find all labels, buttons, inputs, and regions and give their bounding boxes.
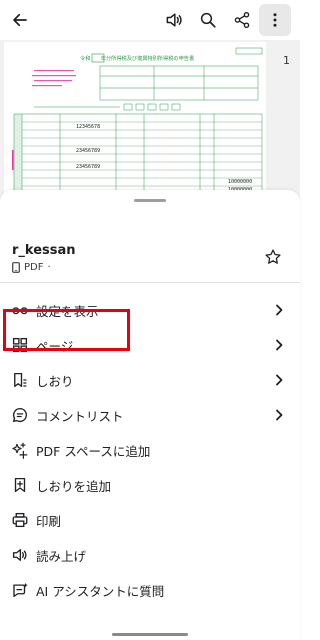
menu-item-label: PDF スペースに追加 <box>36 443 151 459</box>
comment-icon <box>10 405 30 425</box>
menu-item-add-to-pdf-space[interactable]: PDF スペースに追加 <box>0 432 300 468</box>
drag-handle[interactable] <box>134 199 166 202</box>
file-meta: PDF · <box>12 262 51 273</box>
search-icon <box>200 12 216 28</box>
menu-item-ai-assistant[interactable]: AI アシスタントに質問 <box>0 572 300 608</box>
bookmark-list-icon <box>10 370 30 390</box>
phone-icon <box>12 262 20 273</box>
back-arrow-icon <box>13 13 27 27</box>
more-options-button[interactable] <box>259 4 291 36</box>
menu-item-read-aloud[interactable]: 読み上げ <box>0 537 300 573</box>
print-highlight-box <box>3 309 130 351</box>
menu-item-label: 印刷 <box>36 513 62 529</box>
menu-item-bookmarks[interactable]: しおり <box>0 362 300 398</box>
share-icon <box>234 11 250 29</box>
tax-form-page: 令和 年分所得税及び復興特別所得税の申告書 12345678 23456789 … <box>12 47 263 200</box>
menu-item-label: 読み上げ <box>36 548 87 564</box>
favorite-button[interactable] <box>264 248 282 266</box>
gesture-nav-bar[interactable] <box>112 633 188 636</box>
menu-item-label: しおりを追加 <box>36 478 112 494</box>
read-aloud-icon <box>10 545 30 565</box>
speaker-icon <box>166 13 182 27</box>
meta-separator: · <box>47 262 51 273</box>
amount-text: 23456789 <box>76 148 100 154</box>
amount-text: 23456789 <box>76 164 100 170</box>
document-viewer[interactable]: 令和 年分所得税及び復興特別所得税の申告書 12345678 23456789 … <box>0 40 300 200</box>
amount-text: 10000000 <box>228 179 252 185</box>
top-toolbar <box>0 0 300 40</box>
ai-assistant-icon <box>10 580 30 600</box>
form-header-text: 令和 年分所得税及び復興特別所得税の申告書 <box>80 54 194 62</box>
menu-item-label: しおり <box>36 373 74 389</box>
printer-icon <box>10 510 30 530</box>
sparkle-add-icon <box>10 440 30 460</box>
chevron-right-icon <box>272 338 286 352</box>
menu-item-label: AI アシスタントに質問 <box>36 583 165 599</box>
menu-item-label: コメントリスト <box>36 408 124 424</box>
back-button[interactable] <box>4 4 36 36</box>
menu-item-print[interactable]: 印刷 <box>0 502 300 538</box>
chevron-right-icon <box>272 373 286 387</box>
options-bottom-sheet: r_kessan PDF · 設定を表示 ページ しおり コメントリスト PDF… <box>0 190 300 640</box>
file-title: r_kessan <box>12 243 76 258</box>
amount-text: 12345678 <box>76 124 100 130</box>
file-type: PDF <box>24 262 44 273</box>
menu-item-comment-list[interactable]: コメントリスト <box>0 397 300 433</box>
star-icon <box>265 249 281 264</box>
page-number: 1 <box>283 54 290 67</box>
divider <box>0 282 300 283</box>
chevron-right-icon <box>272 408 286 422</box>
read-aloud-button[interactable] <box>158 4 190 36</box>
search-button[interactable] <box>192 4 224 36</box>
menu-item-add-bookmark[interactable]: しおりを追加 <box>0 467 300 503</box>
share-button[interactable] <box>226 4 258 36</box>
more-vert-icon <box>273 13 277 27</box>
bookmark-add-icon <box>10 475 30 495</box>
chevron-right-icon <box>272 303 286 317</box>
pdf-page: 令和 年分所得税及び復興特別所得税の申告書 12345678 23456789 … <box>4 42 266 200</box>
